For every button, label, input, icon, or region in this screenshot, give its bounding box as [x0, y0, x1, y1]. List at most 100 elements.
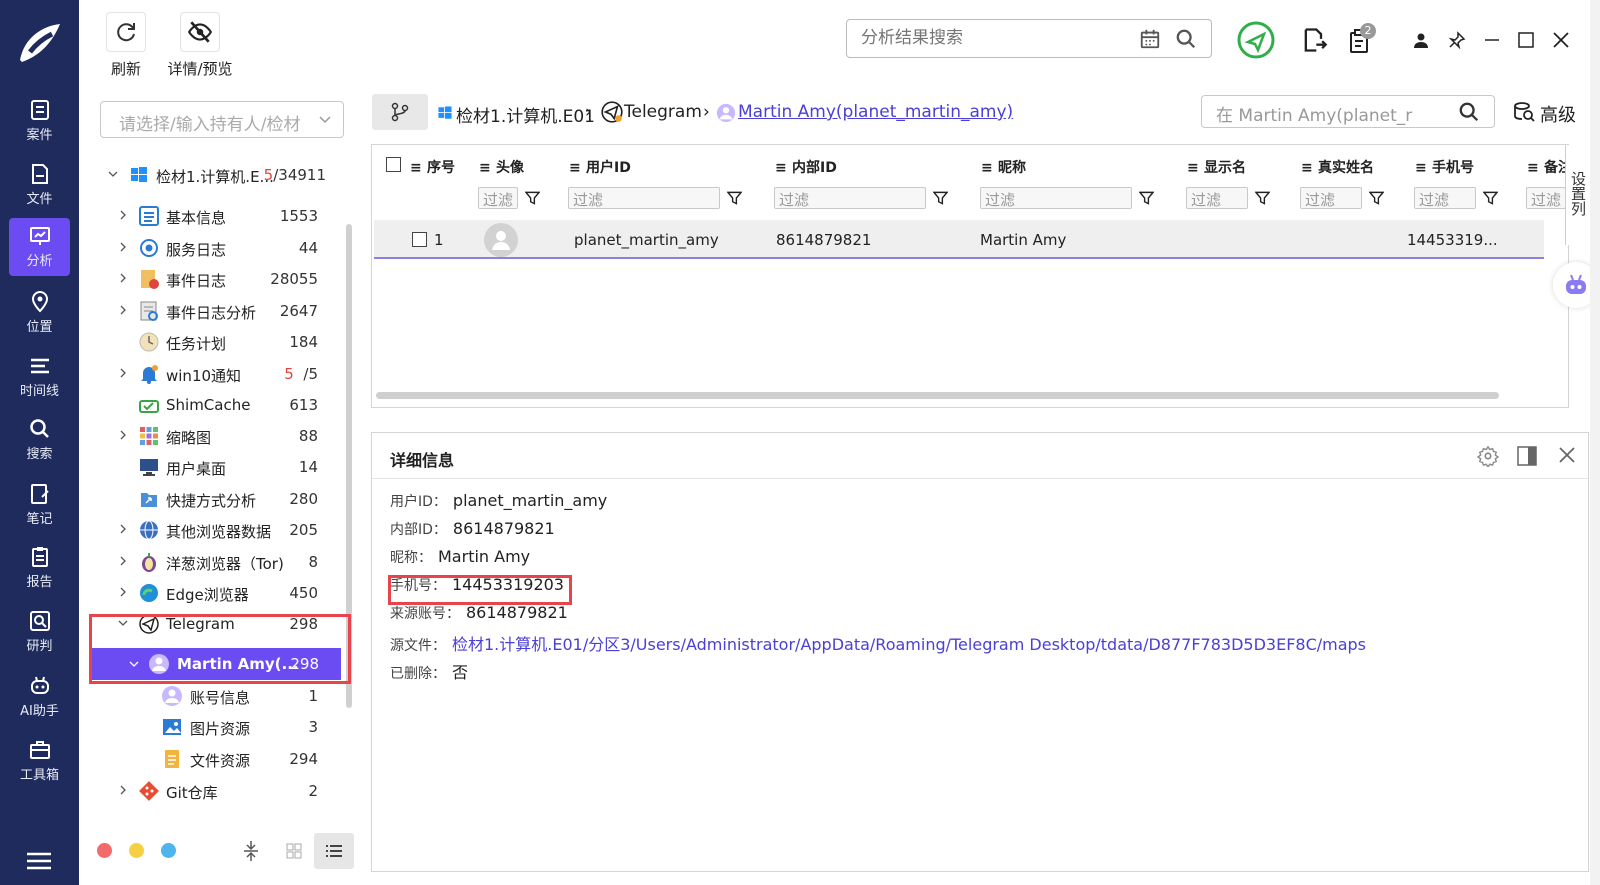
red-dot[interactable] [97, 843, 112, 858]
tree-item-scheduled-task[interactable]: 任务计划 184 [88, 327, 350, 357]
nav-file[interactable]: 文件 [9, 156, 70, 214]
column-header[interactable]: ≡备注 [1527, 157, 1568, 177]
search-icon[interactable] [1175, 28, 1197, 50]
nav-location[interactable]: 位置 [9, 284, 70, 342]
column-settings[interactable]: 设置列 [1565, 145, 1590, 245]
filter-input[interactable]: 过滤 [1414, 187, 1476, 209]
filter-input[interactable]: 过滤 [1526, 187, 1566, 209]
filter-input[interactable]: 过滤 [980, 187, 1132, 209]
pin-icon[interactable] [1448, 31, 1466, 49]
tree-root[interactable]: 检材1.计算机.E... 5/34911 [88, 160, 350, 190]
advanced-label[interactable]: 高级 [1540, 101, 1576, 127]
nav-judge[interactable]: 研判 [9, 603, 70, 661]
tree-item-tor-browser[interactable]: 洋葱浏览器（Tor) 8 [88, 547, 350, 577]
column-header[interactable]: ≡ 显示名 [1187, 157, 1246, 177]
filter-input[interactable]: 过滤 [774, 187, 926, 209]
breadcrumb-item[interactable]: 检材1.计算机.E01 [456, 102, 595, 127]
filter-funnel-icon[interactable] [525, 190, 540, 206]
nav-search[interactable]: 搜索 [9, 411, 70, 469]
tree-item-other-browser[interactable]: 其他浏览器数据 205 [88, 515, 350, 545]
owner-select[interactable]: 请选择/输入持有人/检材 [100, 101, 344, 138]
nav-report[interactable]: 报告 [9, 539, 70, 597]
gear-icon[interactable] [1477, 445, 1499, 467]
advanced-search-icon[interactable] [1513, 101, 1535, 123]
detail-source-link[interactable]: 检材1.计算机.E01/分区3/Users/Administrator/AppD… [452, 635, 1366, 654]
tree-item-shimcache[interactable]: ShimCache 613 [88, 390, 350, 420]
select-all-checkbox[interactable] [386, 157, 401, 172]
yellow-dot[interactable] [129, 843, 144, 858]
tree-item-shortcut-analysis[interactable]: 快捷方式分析 280 [88, 484, 350, 514]
tree-item-file-resource[interactable]: 文件资源 294 [88, 744, 350, 774]
nav-timeline[interactable]: 时间线 [9, 348, 70, 406]
refresh-button[interactable]: 刷新 [106, 12, 146, 79]
calendar-icon[interactable] [1139, 28, 1161, 50]
tree-item-image-resource[interactable]: 图片资源 3 [88, 712, 350, 742]
breadcrumb-item[interactable]: Telegram [624, 102, 702, 122]
column-header[interactable]: ≡ 真实姓名 [1301, 157, 1374, 177]
filter-funnel-icon[interactable] [933, 190, 948, 206]
tree-item-git-repo[interactable]: Git仓库 2 [88, 776, 350, 806]
filter-funnel-icon[interactable] [1139, 190, 1154, 206]
filter-input[interactable]: 过滤 [1300, 187, 1362, 209]
tree-item-thumbnail[interactable]: 缩略图 88 [88, 421, 350, 451]
notes-icon [30, 484, 49, 504]
export-icon[interactable] [1300, 26, 1328, 54]
nav-analysis[interactable]: 分析 [9, 218, 70, 276]
filter-funnel-icon[interactable] [727, 190, 742, 206]
chevron-right-icon [120, 587, 126, 597]
globe-icon [140, 520, 158, 540]
tree-item-basic-info[interactable]: 基本信息 1553 [88, 201, 350, 231]
filter-input[interactable]: 过滤 [568, 187, 720, 209]
global-search-input[interactable] [861, 28, 1131, 48]
column-header[interactable]: ≡ 头像 [479, 157, 524, 177]
grid-view-icon[interactable] [286, 843, 302, 859]
table-row[interactable]: 1 planet_martin_amy 8614879821 Martin Am… [374, 220, 1544, 259]
list-view-button[interactable] [314, 833, 354, 869]
nav-case[interactable]: 案件 [9, 92, 70, 150]
nav-toolbox[interactable]: 工具箱 [9, 732, 70, 790]
horizontal-scrollbar[interactable] [376, 392, 1499, 399]
highlight-phone [388, 575, 572, 605]
column-menu-icon: ≡ [1301, 160, 1313, 176]
maximize-icon[interactable] [1518, 32, 1534, 48]
menu-icon[interactable] [27, 852, 51, 870]
details-preview-button[interactable]: 详情/预览 [165, 12, 235, 79]
blue-dot[interactable] [161, 843, 176, 858]
table-search[interactable]: 在 Martin Amy(planet_r [1201, 95, 1495, 128]
global-search[interactable] [846, 19, 1212, 58]
split-panel-icon[interactable] [1517, 446, 1537, 466]
filter-funnel-icon[interactable] [1483, 190, 1498, 206]
column-header[interactable]: ≡ 手机号 [1415, 157, 1474, 177]
collapse-all-icon[interactable] [242, 840, 260, 862]
close-icon[interactable] [1552, 31, 1570, 49]
row-checkbox[interactable] [412, 232, 427, 247]
tree-item-user-desktop[interactable]: 用户桌面 14 [88, 452, 350, 482]
nav-notes[interactable]: 笔记 [9, 476, 70, 534]
filter-funnel-icon[interactable] [1369, 190, 1384, 206]
nav-label: 时间线 [19, 384, 59, 399]
tree-item-account-info[interactable]: 账号信息 1 [88, 681, 350, 711]
tree-item-edge-browser[interactable]: Edge浏览器 450 [88, 578, 350, 608]
tree-item-service-log[interactable]: 服务日志 44 [88, 233, 350, 263]
column-menu-icon: ≡ [1415, 160, 1427, 176]
tree-item-event-log-analysis[interactable]: 事件日志分析 2647 [88, 296, 350, 326]
search-icon[interactable] [1458, 101, 1480, 123]
tree-item-event-log[interactable]: 事件日志 28055 [88, 264, 350, 294]
send-status-icon[interactable] [1236, 20, 1276, 60]
column-header[interactable]: ≡ 序号 [410, 157, 455, 177]
tree-item-win10-notification[interactable]: win10通知 5 /5 [88, 359, 350, 389]
minimize-icon[interactable] [1484, 38, 1500, 42]
event-log-icon [141, 270, 159, 289]
details-preview-label: 详情/预览 [167, 60, 233, 78]
filter-input[interactable]: 过滤 [1186, 187, 1248, 209]
breadcrumb-item-current[interactable]: Martin Amy(planet_martin_amy) [738, 102, 1013, 122]
branch-button[interactable] [372, 94, 428, 130]
column-header[interactable]: ≡ 内部ID [775, 157, 837, 177]
column-header[interactable]: ≡ 用户ID [569, 157, 631, 177]
nav-ai-assistant[interactable]: AI助手 [9, 668, 70, 726]
close-icon[interactable] [1558, 446, 1576, 464]
column-header[interactable]: ≡ 昵称 [981, 157, 1026, 177]
filter-funnel-icon[interactable] [1255, 190, 1270, 206]
user-icon[interactable] [1413, 32, 1429, 48]
filter-input[interactable]: 过滤 [478, 187, 518, 209]
